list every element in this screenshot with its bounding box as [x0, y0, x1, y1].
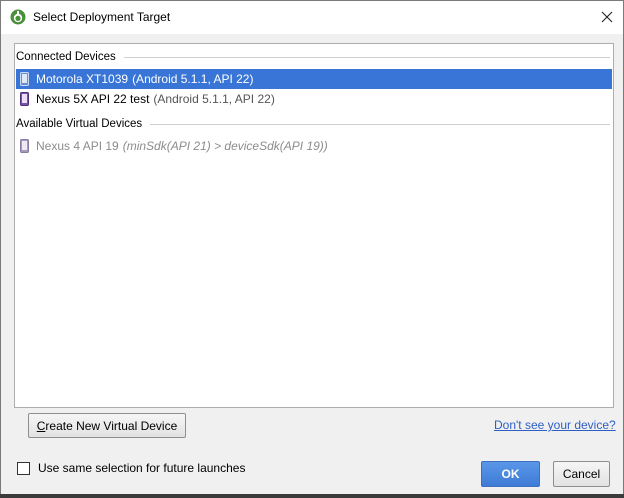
window-title: Select Deployment Target	[33, 10, 171, 24]
android-studio-icon	[10, 9, 26, 25]
background-strip	[0, 494, 624, 498]
title-bar: Select Deployment Target	[1, 1, 623, 34]
device-name: Motorola XT1039	[36, 72, 129, 86]
section-label: Available Virtual Devices	[16, 118, 143, 130]
section-divider	[150, 123, 610, 125]
same-selection-checkbox[interactable]	[17, 461, 30, 475]
phone-icon	[20, 72, 29, 86]
ok-button[interactable]: OK	[481, 461, 540, 487]
device-name: Nexus 4 API 19	[36, 139, 119, 153]
device-row-nexus-5x[interactable]: Nexus 5X API 22 test (Android 5.1.1, API…	[16, 89, 612, 109]
close-icon	[601, 11, 613, 23]
create-virtual-device-button[interactable]: Create New Virtual Device	[28, 413, 186, 438]
button-mnemonic: C	[36, 418, 46, 433]
cancel-button[interactable]: Cancel	[553, 461, 610, 487]
device-detail: (Android 5.1.1, API 22)	[153, 92, 275, 106]
same-selection-option[interactable]: Use same selection for future launches	[17, 461, 245, 475]
help-link[interactable]: Don't see your device?	[494, 418, 616, 432]
section-header-available: Available Virtual Devices	[15, 116, 613, 132]
section-header-connected: Connected Devices	[15, 49, 613, 65]
phone-icon	[20, 139, 29, 153]
deployment-dialog: Select Deployment Target Connected Devic…	[0, 0, 624, 498]
button-label: reate New Virtual Device	[45, 418, 178, 433]
section-divider	[123, 56, 610, 58]
device-detail: (Android 5.1.1, API 22)	[132, 72, 254, 86]
device-name: Nexus 5X API 22 test	[36, 92, 150, 106]
device-row-motorola-xt1039[interactable]: Motorola XT1039 (Android 5.1.1, API 22)	[16, 69, 612, 89]
device-detail: (minSdk(API 21) > deviceSdk(API 19))	[122, 139, 328, 153]
same-selection-label: Use same selection for future launches	[38, 461, 246, 475]
section-label: Connected Devices	[16, 51, 116, 63]
close-button[interactable]	[595, 5, 619, 29]
device-row-nexus-4: Nexus 4 API 19 (minSdk(API 21) > deviceS…	[16, 136, 612, 156]
phone-icon	[20, 92, 29, 106]
device-list[interactable]: Connected Devices Motorola XT1039 (Andro…	[14, 43, 614, 408]
